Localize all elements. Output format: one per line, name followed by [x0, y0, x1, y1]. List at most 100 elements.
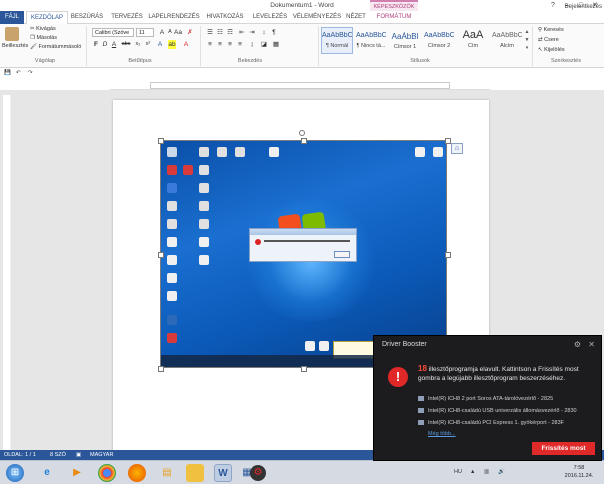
network-icon[interactable]: ▥ — [484, 469, 489, 475]
numbering-icon[interactable]: ☷ — [216, 28, 224, 37]
system-clock[interactable]: 7:58 2016.11.24. — [560, 464, 598, 480]
warning-icon: ! — [388, 367, 408, 387]
language-indicator[interactable]: MAGYAR — [90, 450, 113, 460]
justify-icon[interactable]: ≡ — [236, 40, 244, 49]
align-right-icon[interactable]: ≡ — [226, 40, 234, 49]
desktop-icon — [199, 255, 209, 265]
close-icon[interactable]: ✕ — [588, 340, 595, 349]
page-count[interactable]: OLDAL: 1 / 1 — [4, 450, 36, 460]
show-marks-icon[interactable]: ¶ — [270, 28, 278, 37]
multilevel-list-icon[interactable]: ☶ — [226, 28, 234, 37]
style-heading-2[interactable]: AaÁbBbC Címsor 2 — [423, 27, 455, 54]
firefox-icon[interactable] — [128, 464, 146, 482]
language-bar[interactable]: HU — [454, 469, 462, 475]
change-case-button[interactable]: Aa — [174, 28, 182, 37]
style-title[interactable]: AaA Cím — [457, 27, 489, 54]
paste-icon[interactable] — [5, 27, 19, 41]
tab-view[interactable]: NÉZET — [344, 11, 368, 24]
tab-mailings[interactable]: LEVELEZÉS — [250, 11, 290, 24]
format-painter-button[interactable]: 🖌 Formátummásoló — [30, 44, 81, 50]
italic-button[interactable]: D — [101, 40, 109, 49]
align-center-icon[interactable]: ≡ — [216, 40, 224, 49]
desktop-icon — [319, 341, 329, 351]
desktop-icon — [269, 147, 279, 157]
settings-gear-icon[interactable]: ⚙ — [574, 340, 581, 349]
ribbon-tabs: FÁJL KEZDŐLAP BESZÚRÁS TERVEZÉS LAPELREN… — [0, 4, 604, 26]
copy-button[interactable]: ❐ Másolás — [30, 35, 57, 41]
tab-references[interactable]: HIVATKOZÁS — [202, 11, 248, 24]
text-effects-button[interactable]: A — [156, 40, 164, 49]
replace-button[interactable]: ⇄ Csere — [538, 37, 559, 43]
decrease-indent-icon[interactable]: ⇤ — [238, 28, 246, 37]
highlight-button[interactable]: ab — [168, 40, 176, 49]
font-size-select[interactable]: 11 — [136, 28, 154, 37]
increase-indent-icon[interactable]: ⇥ — [248, 28, 256, 37]
vertical-ruler[interactable] — [3, 95, 11, 455]
layout-options-button[interactable]: ⌂ — [451, 143, 463, 154]
word-taskbar-icon[interactable]: W — [214, 464, 232, 482]
resize-handle[interactable] — [301, 138, 307, 144]
sign-in-link[interactable]: Bejelentkezés — [526, 1, 602, 14]
resize-handle[interactable] — [301, 366, 307, 372]
bold-button[interactable]: F — [92, 40, 100, 49]
internet-explorer-icon[interactable]: e — [38, 464, 56, 482]
driver-booster-taskbar-icon[interactable]: ⚙ — [250, 465, 266, 481]
style-subtitle[interactable]: AaÁbBbC Alcím — [491, 27, 523, 54]
shrink-font-button[interactable]: A — [166, 28, 174, 37]
cut-button[interactable]: ✂ Kivágás — [30, 26, 56, 32]
resize-handle[interactable] — [158, 138, 164, 144]
style-normal[interactable]: AaÁbBbCc ¶ Normál — [321, 27, 353, 54]
inserted-screenshot-image[interactable] — [160, 140, 447, 368]
desktop-icon — [167, 165, 177, 175]
resize-handle[interactable] — [445, 252, 451, 258]
styles-scroll[interactable]: ▲ ▼ ▾ — [524, 28, 530, 54]
clear-format-icon[interactable]: ✗ — [186, 28, 194, 37]
subscript-button[interactable]: x₂ — [134, 40, 142, 49]
grow-font-button[interactable]: A — [158, 28, 166, 37]
volume-icon[interactable]: 🔊 — [498, 469, 505, 475]
divider — [318, 26, 319, 66]
desktop-icon — [183, 165, 193, 175]
font-color-button[interactable]: A — [182, 40, 190, 49]
select-button[interactable]: ↖ Kijelölés — [538, 47, 565, 53]
resize-handle[interactable] — [158, 252, 164, 258]
explorer-icon[interactable]: ▤ — [158, 464, 176, 482]
borders-icon[interactable]: ▦ — [272, 40, 280, 49]
tab-layout[interactable]: LAPELRENDEZÉS — [148, 11, 200, 24]
tab-file[interactable]: FÁJL — [0, 11, 24, 24]
save-icon[interactable]: 💾 — [4, 70, 11, 76]
shading-icon[interactable]: ◪ — [260, 40, 268, 49]
resize-handle[interactable] — [158, 366, 164, 372]
word-count[interactable]: 8 SZÓ — [50, 450, 66, 460]
proofing-icon[interactable]: ▣ — [76, 450, 81, 460]
tab-design[interactable]: TERVEZÉS — [108, 11, 146, 24]
window-title: Dokumentum1 - Word — [270, 2, 334, 9]
line-spacing-icon[interactable]: ↨ — [248, 40, 256, 49]
paste-button[interactable]: Beillesztés — [2, 43, 28, 49]
bullets-icon[interactable]: ☰ — [206, 28, 214, 37]
update-now-button[interactable]: Frissítés most — [532, 442, 595, 455]
align-left-icon[interactable]: ≡ — [206, 40, 214, 49]
undo-icon[interactable]: ↶ — [16, 70, 21, 76]
superscript-button[interactable]: x² — [144, 40, 152, 49]
find-button[interactable]: ⚲ Keresés — [538, 27, 564, 33]
strikethrough-button[interactable]: abc — [120, 40, 132, 49]
font-name-select[interactable]: Calibri (Szöve — [92, 28, 134, 37]
chrome-icon[interactable] — [98, 464, 116, 482]
media-player-icon[interactable]: ▶ — [68, 464, 86, 482]
folder-icon[interactable] — [186, 464, 204, 482]
redo-icon[interactable]: ↷ — [28, 70, 33, 76]
style-heading-1[interactable]: AaÁbBl Címsor 1 — [389, 27, 421, 54]
tab-insert[interactable]: BESZÚRÁS — [68, 11, 106, 24]
horizontal-ruler[interactable] — [110, 81, 490, 90]
tray-arrow-icon[interactable]: ▲ — [470, 469, 475, 475]
desktop-icon — [167, 219, 177, 229]
windows-start-icon[interactable]: ⊞ — [6, 464, 24, 482]
tab-format[interactable]: FORMÁTUM — [370, 11, 418, 24]
underline-button[interactable]: A — [110, 40, 118, 49]
style-no-spacing[interactable]: AaÁbBbCc ¶ Nincs tá... — [355, 27, 387, 54]
tab-review[interactable]: VÉLEMÉNYEZÉS — [292, 11, 342, 24]
rotate-handle[interactable] — [299, 130, 305, 136]
sort-icon[interactable]: ↕ — [260, 28, 268, 37]
more-link[interactable]: Még több... — [428, 431, 456, 437]
